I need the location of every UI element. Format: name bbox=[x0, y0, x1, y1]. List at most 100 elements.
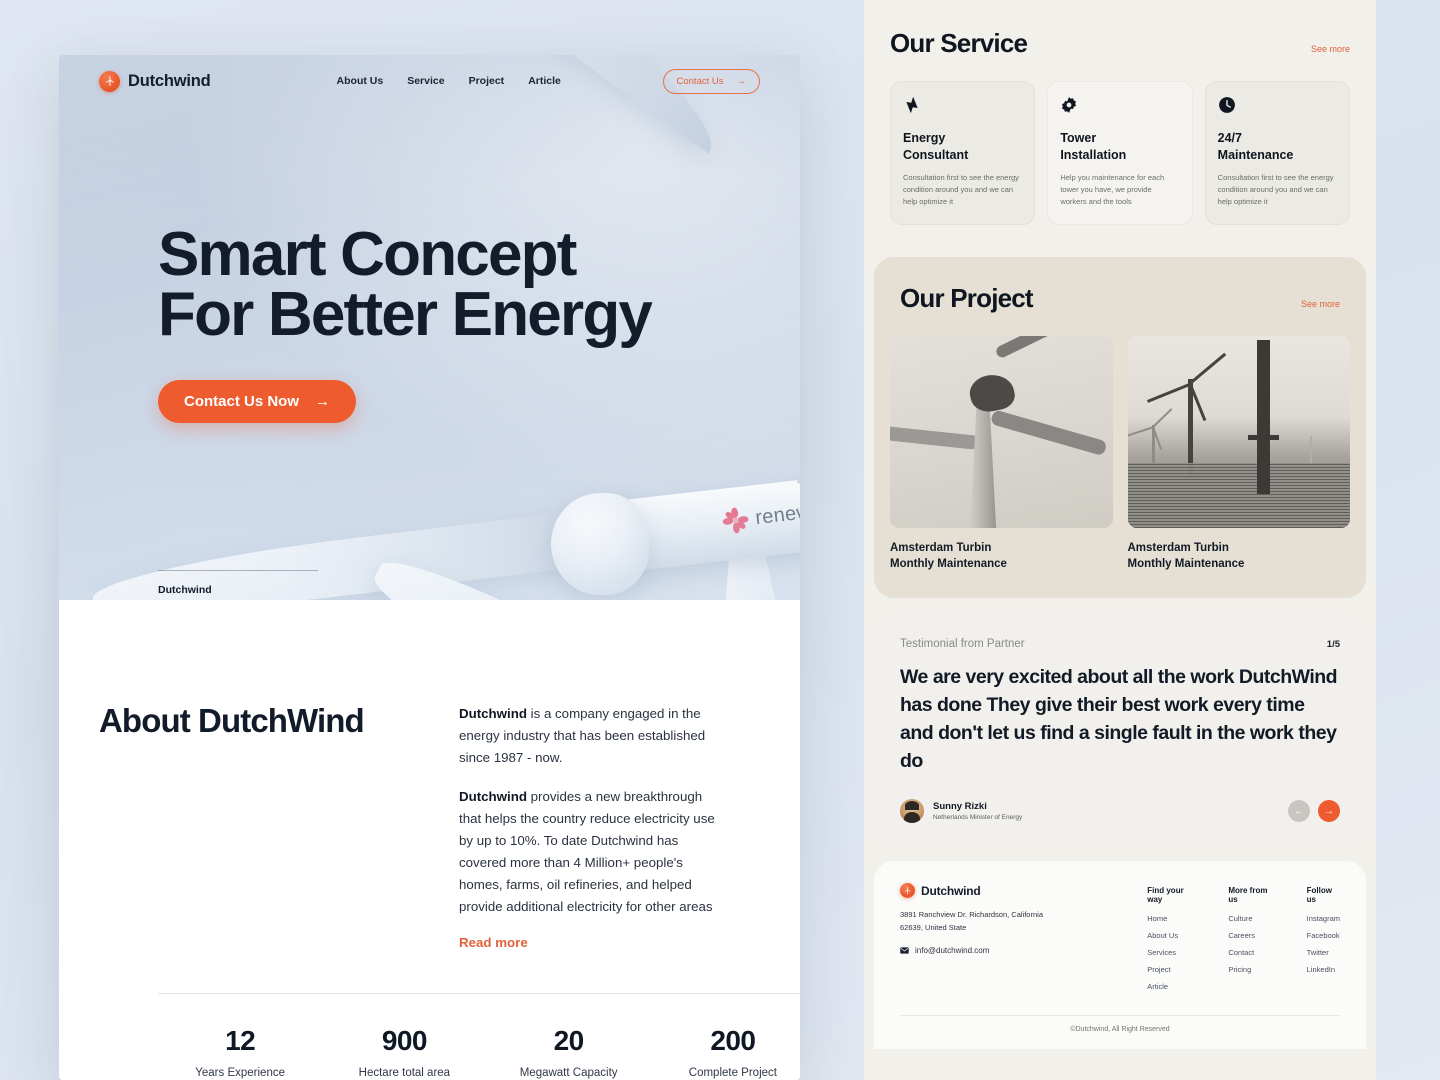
service-card-description: Consultation first to see the energy con… bbox=[903, 173, 1019, 207]
stat-megawatt-capacity: 20 Megawatt Capacity bbox=[487, 1025, 651, 1079]
clock-icon bbox=[1218, 97, 1235, 113]
project-turbine-hub bbox=[966, 370, 1018, 415]
footer-link-columns: Find your way Home About Us Services Pro… bbox=[1147, 883, 1340, 999]
project-card-2[interactable]: Amsterdam Turbin Monthly Maintenance bbox=[1127, 336, 1350, 572]
footer-link-careers[interactable]: Careers bbox=[1228, 931, 1273, 940]
footer-divider bbox=[900, 1015, 1340, 1017]
testimonial-next-button[interactable]: → bbox=[1318, 800, 1340, 823]
footer-link-contact[interactable]: Contact bbox=[1228, 948, 1273, 957]
our-service-title: Our Service bbox=[890, 28, 1028, 58]
footer-column-title: More from us bbox=[1228, 886, 1268, 905]
service-card-24-7-maintenance[interactable]: 24/7 Maintenance Consultation first to s… bbox=[1204, 81, 1350, 226]
site-footer: Dutchwind 3891 Ranchview Dr. Richardson,… bbox=[874, 861, 1366, 1050]
nav-link-article[interactable]: Article bbox=[528, 75, 561, 87]
footer-column-more-from-us: More from us Culture Careers Contact Pri… bbox=[1228, 886, 1273, 999]
footer-link-culture[interactable]: Culture bbox=[1228, 914, 1273, 923]
about-section: About DutchWind Dutchwind is a company e… bbox=[59, 655, 800, 1080]
testimonial-author-name: Sunny Rizki bbox=[933, 801, 987, 813]
project-caption-line-2: Monthly Maintenance bbox=[1127, 557, 1245, 570]
project-caption-line-2: Monthly Maintenance bbox=[890, 557, 1007, 570]
project-blade bbox=[890, 424, 980, 451]
nav-link-project[interactable]: Project bbox=[469, 75, 505, 87]
hero-caption: Dutchwind Best Windpower Energy in This … bbox=[158, 570, 318, 600]
nav-link-service[interactable]: Service bbox=[407, 75, 444, 87]
footer-link-linkedin[interactable]: LinkedIn bbox=[1307, 965, 1340, 974]
about-paragraph-2: Dutchwind provides a new breakthrough th… bbox=[459, 786, 724, 918]
about-paragraph-1: Dutchwind is a company engaged in the en… bbox=[459, 703, 724, 769]
about-paragraph-2-bold: Dutchwind bbox=[459, 788, 527, 804]
testimonial-section: Testimonial from Partner 1/5 We are very… bbox=[874, 614, 1366, 848]
footer-column-title: Find your way bbox=[1147, 886, 1184, 905]
arrow-right-icon: → bbox=[315, 393, 331, 411]
footer-column-follow-us: Follow us Instagram Facebook Twitter Lin… bbox=[1307, 886, 1340, 999]
testimonial-navigation: ← → bbox=[1288, 800, 1340, 823]
site-navbar: Dutchwind About Us Service Project Artic… bbox=[59, 55, 800, 107]
service-card-title-line-1: Energy bbox=[903, 131, 946, 145]
site-logo-text: Dutchwind bbox=[128, 71, 211, 90]
footer-address-line-2: 62639, United State bbox=[900, 923, 967, 933]
footer-link-article[interactable]: Article bbox=[1147, 982, 1195, 991]
service-card-energy-consultant[interactable]: Energy Consultant Consultation first to … bbox=[890, 81, 1036, 226]
footer-link-twitter[interactable]: Twitter bbox=[1307, 948, 1340, 957]
service-card-description: Help you maintenance for each tower you … bbox=[1060, 173, 1165, 207]
footer-link-about-us[interactable]: About Us bbox=[1147, 931, 1195, 940]
footer-email-row[interactable]: info@dutchwind.com bbox=[900, 946, 1147, 955]
footer-logo[interactable]: Dutchwind bbox=[900, 883, 1147, 899]
project-caption-line-1: Amsterdam Turbin bbox=[890, 542, 992, 555]
stat-label: Megawatt Capacity bbox=[519, 1067, 618, 1079]
service-card-list: Energy Consultant Consultation first to … bbox=[864, 59, 1376, 226]
project-caption: Amsterdam Turbin Monthly Maintenance bbox=[890, 541, 1113, 572]
arrow-right-icon: → bbox=[1324, 805, 1334, 817]
testimonial-author-role: Netherlands Minister of Energy bbox=[933, 814, 1023, 822]
testimonial-header: Testimonial from Partner 1/5 bbox=[900, 638, 1340, 650]
hero-headline-line-2: For Better Energy bbox=[158, 279, 653, 349]
testimonial-prev-button[interactable]: ← bbox=[1288, 800, 1310, 823]
footer-link-services[interactable]: Services bbox=[1147, 948, 1195, 957]
service-card-title: Energy Consultant bbox=[903, 130, 1022, 163]
site-logo[interactable]: Dutchwind bbox=[99, 70, 211, 92]
service-card-title-line-1: 24/7 bbox=[1217, 131, 1242, 145]
project-caption-line-1: Amsterdam Turbin bbox=[1127, 542, 1229, 555]
service-card-title: Tower Installation bbox=[1060, 130, 1179, 163]
our-project-section: Our Project See more Amsterdam Turbin Mo… bbox=[874, 257, 1366, 599]
our-project-see-more-link[interactable]: See more bbox=[1301, 299, 1340, 309]
our-project-title: Our Project bbox=[900, 283, 1034, 314]
nav-contact-us-button[interactable]: Contact Us → bbox=[662, 68, 760, 94]
project-sea-surface bbox=[1127, 463, 1350, 529]
footer-link-project[interactable]: Project bbox=[1147, 965, 1195, 974]
about-read-more-link[interactable]: Read more bbox=[459, 935, 528, 950]
stat-value: 200 bbox=[710, 1025, 756, 1056]
our-service-see-more-link[interactable]: See more bbox=[1311, 44, 1350, 54]
arrow-right-icon: → bbox=[736, 75, 747, 87]
footer-link-pricing[interactable]: Pricing bbox=[1228, 965, 1273, 974]
testimonial-quote: We are very excited about all the work D… bbox=[900, 666, 1338, 772]
service-card-title-line-1: Tower bbox=[1060, 131, 1097, 145]
hero-contact-us-now-button[interactable]: Contact Us Now → bbox=[158, 380, 357, 424]
testimonial-author: Sunny Rizki Netherlands Minister of Ener… bbox=[933, 801, 1022, 821]
nav-link-about-us[interactable]: About Us bbox=[337, 75, 384, 87]
project-image-turbine-closeup bbox=[890, 336, 1113, 529]
arrow-left-icon: ← bbox=[1294, 805, 1304, 817]
project-card-1[interactable]: Amsterdam Turbin Monthly Maintenance bbox=[890, 336, 1113, 572]
footer-copyright: ©Dutchwind, All Right Reserved bbox=[1070, 1026, 1170, 1034]
footer-link-facebook[interactable]: Facebook bbox=[1307, 931, 1340, 940]
footer-email-text: info@dutchwind.com bbox=[915, 945, 990, 955]
footer-address: 3891 Ranchview Dr. Richardson, Californi… bbox=[900, 909, 1147, 935]
screenshot-canvas: renewables bbox=[0, 0, 1440, 1080]
footer-link-instagram[interactable]: Instagram bbox=[1307, 914, 1340, 923]
service-card-title-line-2: Maintenance bbox=[1217, 147, 1294, 162]
project-blade bbox=[994, 336, 1088, 360]
footer-logo-text: Dutchwind bbox=[921, 883, 981, 898]
footer-top-row: Dutchwind 3891 Ranchview Dr. Richardson,… bbox=[900, 883, 1340, 999]
project-foreground-mast bbox=[1247, 340, 1279, 494]
stat-label: Hectare total area bbox=[358, 1067, 451, 1079]
stat-value: 12 bbox=[225, 1025, 256, 1056]
left-mockup-panel: renewables bbox=[59, 55, 800, 1080]
envelope-icon bbox=[900, 947, 909, 954]
project-blade bbox=[990, 409, 1108, 457]
stat-years-experience: 12 Years Experience bbox=[158, 1025, 322, 1079]
footer-link-home[interactable]: Home bbox=[1147, 914, 1195, 923]
service-card-tower-installation[interactable]: Tower Installation Help you maintenance … bbox=[1047, 81, 1193, 226]
stat-hectare-total-area: 900 Hectare total area bbox=[322, 1025, 486, 1079]
footer-address-line-1: 3891 Ranchview Dr. Richardson, Californi… bbox=[900, 910, 1043, 920]
